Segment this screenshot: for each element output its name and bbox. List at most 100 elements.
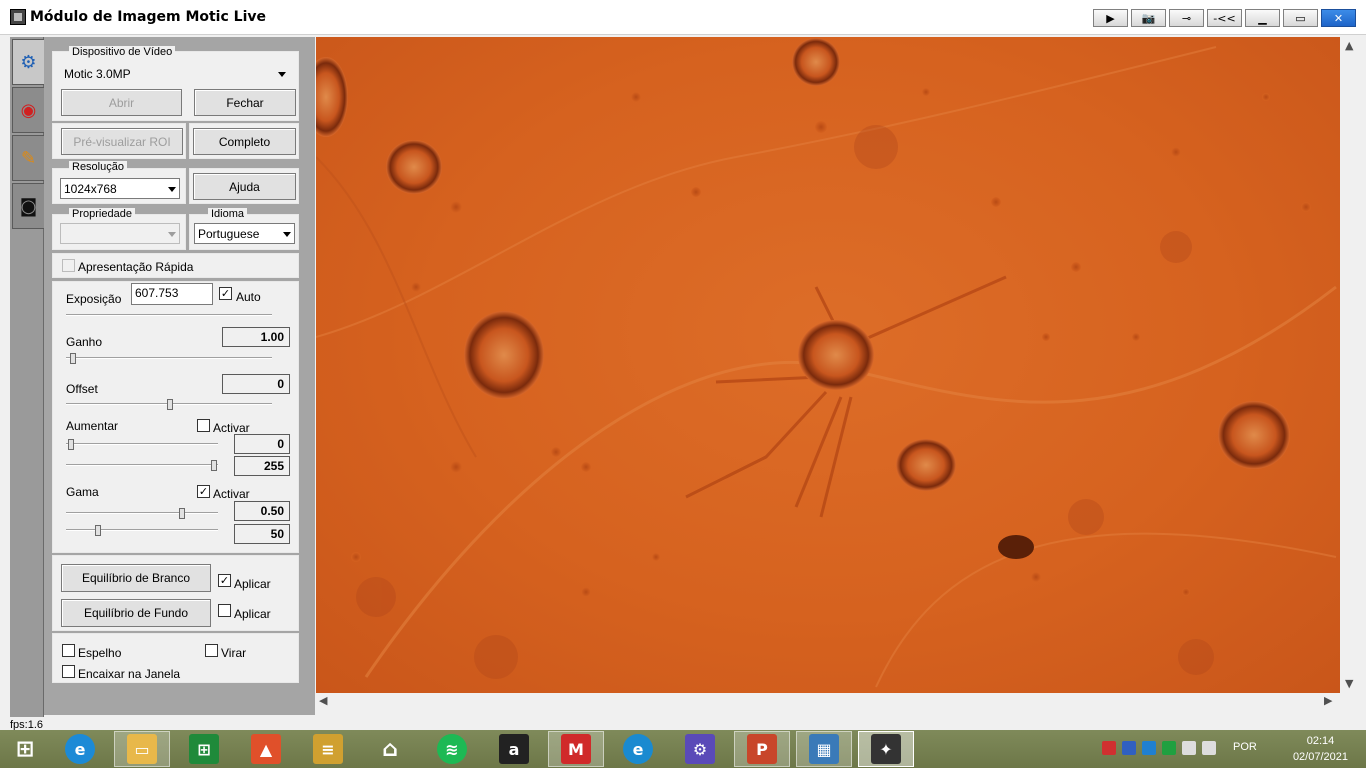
pin-button[interactable]: ⊸	[1169, 9, 1204, 27]
scroll-down-icon[interactable]: ▼	[1345, 677, 1353, 690]
language-select[interactable]: Portuguese	[194, 223, 295, 244]
gain-slider-thumb[interactable]	[70, 353, 76, 364]
control-panel: Dispositivo de Vídeo Motic 3.0MP Abrir F…	[44, 37, 315, 715]
battery-icon[interactable]	[1182, 741, 1196, 755]
mirror-checkbox[interactable]	[62, 644, 75, 657]
store-icon: ⊞	[189, 734, 219, 764]
white-balance-button[interactable]: Equilíbrio de Branco	[61, 564, 211, 592]
system-tray: POR 02:14 02/07/2021	[1096, 730, 1366, 768]
camera-button[interactable]: 📷	[1131, 9, 1166, 27]
gamma-slider-1-track[interactable]	[66, 512, 218, 514]
enhance-min-slider-thumb[interactable]	[68, 439, 74, 450]
bluetooth-icon[interactable]	[1142, 741, 1156, 755]
title-bar: Módulo de Imagem Motic Live ▶ 📷 ⊸ -<< ▁ …	[0, 0, 1366, 35]
offset-slider-thumb[interactable]	[167, 399, 173, 410]
motic-icon: M	[561, 734, 591, 764]
fit-window-checkbox[interactable]	[62, 665, 75, 678]
gamma-slider-2-thumb[interactable]	[95, 525, 101, 536]
taskbar-photos[interactable]: ▲	[238, 731, 294, 767]
close-button[interactable]: ✕	[1321, 9, 1356, 27]
taskbar-amazon[interactable]: a	[486, 731, 542, 767]
start-button[interactable]: ⊞	[0, 731, 50, 767]
taskbar-store[interactable]: ⊞	[176, 731, 232, 767]
exposure-slider-track[interactable]	[66, 314, 272, 316]
home-icon: ⌂	[382, 736, 398, 762]
tab-color[interactable]: ◉	[12, 87, 44, 133]
enhance-label: Aumentar	[66, 419, 119, 433]
enhance-activate-label: Activar	[213, 421, 250, 435]
app-icon	[10, 9, 26, 25]
open-button[interactable]: Abrir	[61, 89, 182, 116]
taskbar-file-explorer[interactable]: ▭	[114, 731, 170, 767]
video-device-select[interactable]: Motic 3.0MP	[60, 63, 290, 84]
property-label: Propriedade	[69, 208, 135, 221]
background-balance-button[interactable]: Equilíbrio de Fundo	[61, 599, 211, 627]
gamma-slider-1-thumb[interactable]	[179, 508, 185, 519]
clock[interactable]: 02:14 02/07/2021	[1293, 733, 1348, 765]
enhance-min-slider-track[interactable]	[66, 443, 218, 445]
white-balance-apply-checkbox[interactable]: ✓	[218, 574, 231, 587]
quick-display-checkbox[interactable]	[62, 259, 75, 272]
chevron-down-icon	[168, 231, 176, 237]
enhance-min-value: 0	[234, 434, 290, 454]
gamma-activate-checkbox[interactable]: ✓	[197, 485, 210, 498]
play-button[interactable]: ▶	[1093, 9, 1128, 27]
tab-capture[interactable]: ◙	[12, 183, 44, 229]
tab-capture-settings[interactable]: ⚙	[12, 39, 44, 85]
gear-icon: ⚙	[685, 734, 715, 764]
window-title: Módulo de Imagem Motic Live	[30, 9, 266, 25]
tab-tools[interactable]: ✎	[12, 135, 44, 181]
enhance-activate-checkbox[interactable]	[197, 419, 210, 432]
background-balance-apply-label: Aplicar	[234, 607, 271, 621]
scroll-right-icon[interactable]: ▶	[1324, 694, 1332, 707]
exposure-auto-checkbox[interactable]: ✓	[219, 287, 232, 300]
volume-icon[interactable]	[1202, 741, 1216, 755]
scroll-left-icon[interactable]: ◀	[319, 694, 327, 707]
microscope-live-image[interactable]	[316, 37, 1340, 693]
taskbar-motic-live[interactable]: ✦	[858, 731, 914, 767]
close-device-button[interactable]: Fechar	[194, 89, 296, 116]
chevron-down-icon	[168, 186, 176, 192]
resolution-select[interactable]: 1024x768	[60, 178, 180, 199]
gamma-slider-2-track[interactable]	[66, 529, 218, 531]
minimize-button[interactable]: ▁	[1245, 9, 1280, 27]
language-label: Idioma	[208, 208, 248, 221]
internet-explorer-icon: e	[65, 734, 95, 764]
security-icon[interactable]	[1162, 741, 1176, 755]
full-button[interactable]: Completo	[193, 128, 296, 155]
roi-preview-button[interactable]: Pré-visualizar ROI	[61, 128, 183, 155]
update-icon[interactable]	[1122, 741, 1136, 755]
taskbar-spotify[interactable]: ≋	[424, 731, 480, 767]
flag-icon[interactable]	[1102, 741, 1116, 755]
exposure-input[interactable]: 607.753	[131, 283, 213, 305]
taskbar-settings[interactable]: ⚙	[672, 731, 728, 767]
taskbar-photo-viewer[interactable]: ▦	[796, 731, 852, 767]
photos-icon: ▲	[251, 734, 281, 764]
enhance-max-slider-thumb[interactable]	[211, 460, 217, 471]
resolution-value: 1024x768	[64, 181, 117, 196]
minimize-icon: ▁	[1258, 11, 1267, 25]
taskbar-powerpoint[interactable]: P	[734, 731, 790, 767]
chevron-down-icon	[283, 231, 291, 237]
background-balance-apply-checkbox[interactable]	[218, 604, 231, 617]
help-button[interactable]: Ajuda	[193, 173, 296, 200]
maximize-button[interactable]: ▭	[1283, 9, 1318, 27]
taskbar-notes[interactable]: ≡	[300, 731, 356, 767]
input-language[interactable]: POR	[1233, 741, 1257, 753]
taskbar-home[interactable]: ⌂	[362, 731, 418, 767]
gamma-value-1: 0.50	[234, 501, 290, 521]
exposure-auto-label: Auto	[236, 290, 261, 304]
property-select[interactable]	[60, 223, 180, 244]
collapse-button[interactable]: -<<	[1207, 9, 1242, 27]
horizontal-scrollbar[interactable]: ◀ ▶	[316, 693, 1340, 710]
taskbar-motic-app[interactable]: M	[548, 731, 604, 767]
mirror-label: Espelho	[78, 646, 122, 660]
taskbar-edge[interactable]: e	[610, 731, 666, 767]
taskbar-internet-explorer[interactable]: e	[52, 731, 108, 767]
quick-display-label: Apresentação Rápida	[78, 260, 194, 274]
vertical-scrollbar[interactable]: ▲ ▼	[1341, 37, 1358, 693]
gain-slider-track[interactable]	[66, 357, 272, 359]
flip-checkbox[interactable]	[205, 644, 218, 657]
scroll-up-icon[interactable]: ▲	[1345, 39, 1353, 52]
enhance-max-slider-track[interactable]	[66, 464, 218, 466]
